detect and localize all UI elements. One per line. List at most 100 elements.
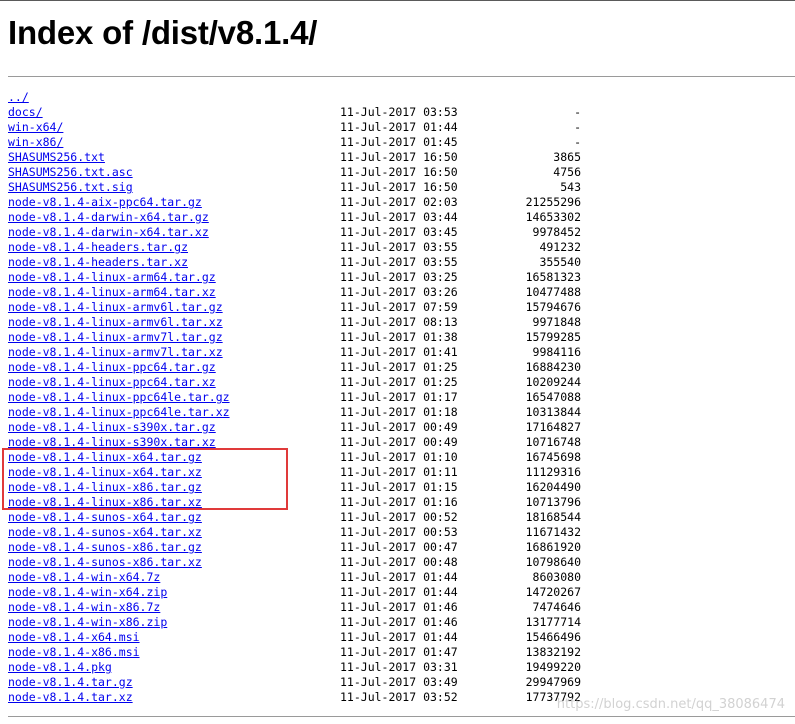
file-size: 8603080 <box>532 570 581 584</box>
file-link[interactable]: node-v8.1.4-linux-arm64.tar.gz <box>8 270 216 285</box>
file-date: 11-Jul-2017 03:55 <box>340 255 458 269</box>
file-link[interactable]: node-v8.1.4-linux-x86.tar.xz <box>8 495 202 510</box>
file-row: node-v8.1.4-win-x86.zip 11-Jul-2017 01:46… <box>0 615 795 630</box>
file-date: 11-Jul-2017 01:47 <box>340 645 458 659</box>
file-row: node-v8.1.4-linux-ppc64.tar.gz 11-Jul-201… <box>0 360 795 375</box>
file-date: 11-Jul-2017 01:15 <box>340 480 458 494</box>
file-link[interactable]: node-v8.1.4-headers.tar.xz <box>8 255 188 270</box>
file-row: node-v8.1.4-linux-ppc64le.tar.gz 11-Jul-2… <box>0 390 795 405</box>
watermark-text: https://blog.csdn.net/qq_38086474 <box>556 697 785 712</box>
file-size: 16884230 <box>525 360 581 374</box>
file-row: node-v8.1.4-darwin-x64.tar.gz 11-Jul-2017… <box>0 210 795 225</box>
file-row: node-v8.1.4-headers.tar.xz 11-Jul-2017 03… <box>0 255 795 270</box>
file-date: 11-Jul-2017 01:44 <box>340 585 458 599</box>
file-link[interactable]: node-v8.1.4-linux-armv7l.tar.gz <box>8 330 223 345</box>
file-size: 10716748 <box>525 435 581 449</box>
file-link[interactable]: node-v8.1.4-win-x86.7z <box>8 600 160 615</box>
file-link[interactable]: node-v8.1.4-linux-arm64.tar.xz <box>8 285 216 300</box>
file-size: 11129316 <box>525 465 581 479</box>
file-row: node-v8.1.4-linux-armv6l.tar.gz 11-Jul-20… <box>0 300 795 315</box>
file-size: 9971848 <box>532 315 581 329</box>
file-link[interactable]: docs/ <box>8 105 43 120</box>
file-link[interactable]: node-v8.1.4-headers.tar.gz <box>8 240 188 255</box>
file-link[interactable]: node-v8.1.4-darwin-x64.tar.gz <box>8 210 209 225</box>
file-date: 11-Jul-2017 08:13 <box>340 315 458 329</box>
file-link[interactable]: node-v8.1.4-darwin-x64.tar.xz <box>8 225 209 240</box>
file-link[interactable]: SHASUMS256.txt.sig <box>8 180 133 195</box>
file-link[interactable]: ../ <box>8 90 29 105</box>
file-date: 11-Jul-2017 01:46 <box>340 615 458 629</box>
file-date: 11-Jul-2017 03:49 <box>340 675 458 689</box>
file-link[interactable]: node-v8.1.4-x86.msi <box>8 645 140 660</box>
file-link[interactable]: node-v8.1.4-x64.msi <box>8 630 140 645</box>
file-link[interactable]: node-v8.1.4-linux-ppc64le.tar.gz <box>8 390 230 405</box>
file-size: 17164827 <box>525 420 581 434</box>
file-size: 543 <box>560 180 581 194</box>
file-row: node-v8.1.4-linux-ppc64le.tar.xz 11-Jul-2… <box>0 405 795 420</box>
file-link[interactable]: node-v8.1.4-win-x86.zip <box>8 615 167 630</box>
file-size: 15466496 <box>525 630 581 644</box>
file-date: 11-Jul-2017 01:16 <box>340 495 458 509</box>
file-link[interactable]: node-v8.1.4-linux-armv6l.tar.gz <box>8 300 223 315</box>
file-row: node-v8.1.4-sunos-x86.tar.xz 11-Jul-2017 … <box>0 555 795 570</box>
file-row: node-v8.1.4-darwin-x64.tar.xz 11-Jul-2017… <box>0 225 795 240</box>
file-size: 29947969 <box>525 675 581 689</box>
file-link[interactable]: node-v8.1.4-win-x64.7z <box>8 570 160 585</box>
file-size: 9984116 <box>532 345 581 359</box>
file-row: node-v8.1.4-linux-armv7l.tar.xz 11-Jul-20… <box>0 345 795 360</box>
file-row: node-v8.1.4-aix-ppc64.tar.gz 11-Jul-2017 … <box>0 195 795 210</box>
file-link[interactable]: node-v8.1.4-linux-ppc64.tar.xz <box>8 375 216 390</box>
file-size: 15794676 <box>525 300 581 314</box>
file-row: node-v8.1.4-sunos-x64.tar.gz 11-Jul-2017 … <box>0 510 795 525</box>
file-link[interactable]: node-v8.1.4-linux-ppc64.tar.gz <box>8 360 216 375</box>
file-link[interactable]: node-v8.1.4-linux-x64.tar.xz <box>8 465 202 480</box>
file-listing: ../docs/11-Jul-2017 03:53- win-x64/11-Jul… <box>0 90 795 705</box>
file-link[interactable]: node-v8.1.4-linux-x86.tar.gz <box>8 480 202 495</box>
file-link[interactable]: node-v8.1.4-linux-x64.tar.gz <box>8 450 202 465</box>
file-link[interactable]: node-v8.1.4-linux-s390x.tar.xz <box>8 435 216 450</box>
file-date: 11-Jul-2017 03:26 <box>340 285 458 299</box>
file-link[interactable]: node-v8.1.4-linux-armv6l.tar.xz <box>8 315 223 330</box>
file-link[interactable]: SHASUMS256.txt <box>8 150 105 165</box>
file-date: 11-Jul-2017 01:25 <box>340 375 458 389</box>
file-size: 14720267 <box>525 585 581 599</box>
file-date: 11-Jul-2017 07:59 <box>340 300 458 314</box>
file-date: 11-Jul-2017 01:45 <box>340 135 458 149</box>
file-link[interactable]: node-v8.1.4-linux-ppc64le.tar.xz <box>8 405 230 420</box>
file-date: 11-Jul-2017 03:45 <box>340 225 458 239</box>
file-size: 16547088 <box>525 390 581 404</box>
file-link[interactable]: node-v8.1.4-win-x64.zip <box>8 585 167 600</box>
file-link[interactable]: node-v8.1.4-linux-armv7l.tar.xz <box>8 345 223 360</box>
file-date: 11-Jul-2017 01:44 <box>340 120 458 134</box>
file-size: 10313844 <box>525 405 581 419</box>
file-link[interactable]: node-v8.1.4-sunos-x64.tar.xz <box>8 525 202 540</box>
file-link[interactable]: win-x64/ <box>8 120 63 135</box>
file-size: 355540 <box>539 255 581 269</box>
file-date: 11-Jul-2017 01:10 <box>340 450 458 464</box>
file-size: 16745698 <box>525 450 581 464</box>
file-size: 10209244 <box>525 375 581 389</box>
file-size: 15799285 <box>525 330 581 344</box>
file-row: node-v8.1.4-win-x64.zip 11-Jul-2017 01:44… <box>0 585 795 600</box>
file-date: 11-Jul-2017 00:52 <box>340 510 458 524</box>
file-link[interactable]: node-v8.1.4-aix-ppc64.tar.gz <box>8 195 202 210</box>
file-link[interactable]: node-v8.1.4.tar.gz <box>8 675 133 690</box>
file-size: 3865 <box>553 150 581 164</box>
file-link[interactable]: node-v8.1.4.tar.xz <box>8 690 133 705</box>
file-size: 491232 <box>539 240 581 254</box>
file-row: node-v8.1.4-linux-s390x.tar.xz 11-Jul-201… <box>0 435 795 450</box>
file-row: SHASUMS256.txt.asc 11-Jul-2017 16:50 4756 <box>0 165 795 180</box>
file-link[interactable]: node-v8.1.4.pkg <box>8 660 112 675</box>
file-size: 18168544 <box>525 510 581 524</box>
file-row: node-v8.1.4-win-x86.7z 11-Jul-2017 01:46 7… <box>0 600 795 615</box>
file-link[interactable]: node-v8.1.4-sunos-x64.tar.gz <box>8 510 202 525</box>
file-date: 11-Jul-2017 03:31 <box>340 660 458 674</box>
file-link[interactable]: node-v8.1.4-linux-s390x.tar.gz <box>8 420 216 435</box>
file-date: 11-Jul-2017 03:55 <box>340 240 458 254</box>
file-date: 11-Jul-2017 03:53 <box>340 105 458 119</box>
file-link[interactable]: SHASUMS256.txt.asc <box>8 165 133 180</box>
file-link[interactable]: win-x86/ <box>8 135 63 150</box>
file-size: 14653302 <box>525 210 581 224</box>
file-link[interactable]: node-v8.1.4-sunos-x86.tar.gz <box>8 540 202 555</box>
file-link[interactable]: node-v8.1.4-sunos-x86.tar.xz <box>8 555 202 570</box>
